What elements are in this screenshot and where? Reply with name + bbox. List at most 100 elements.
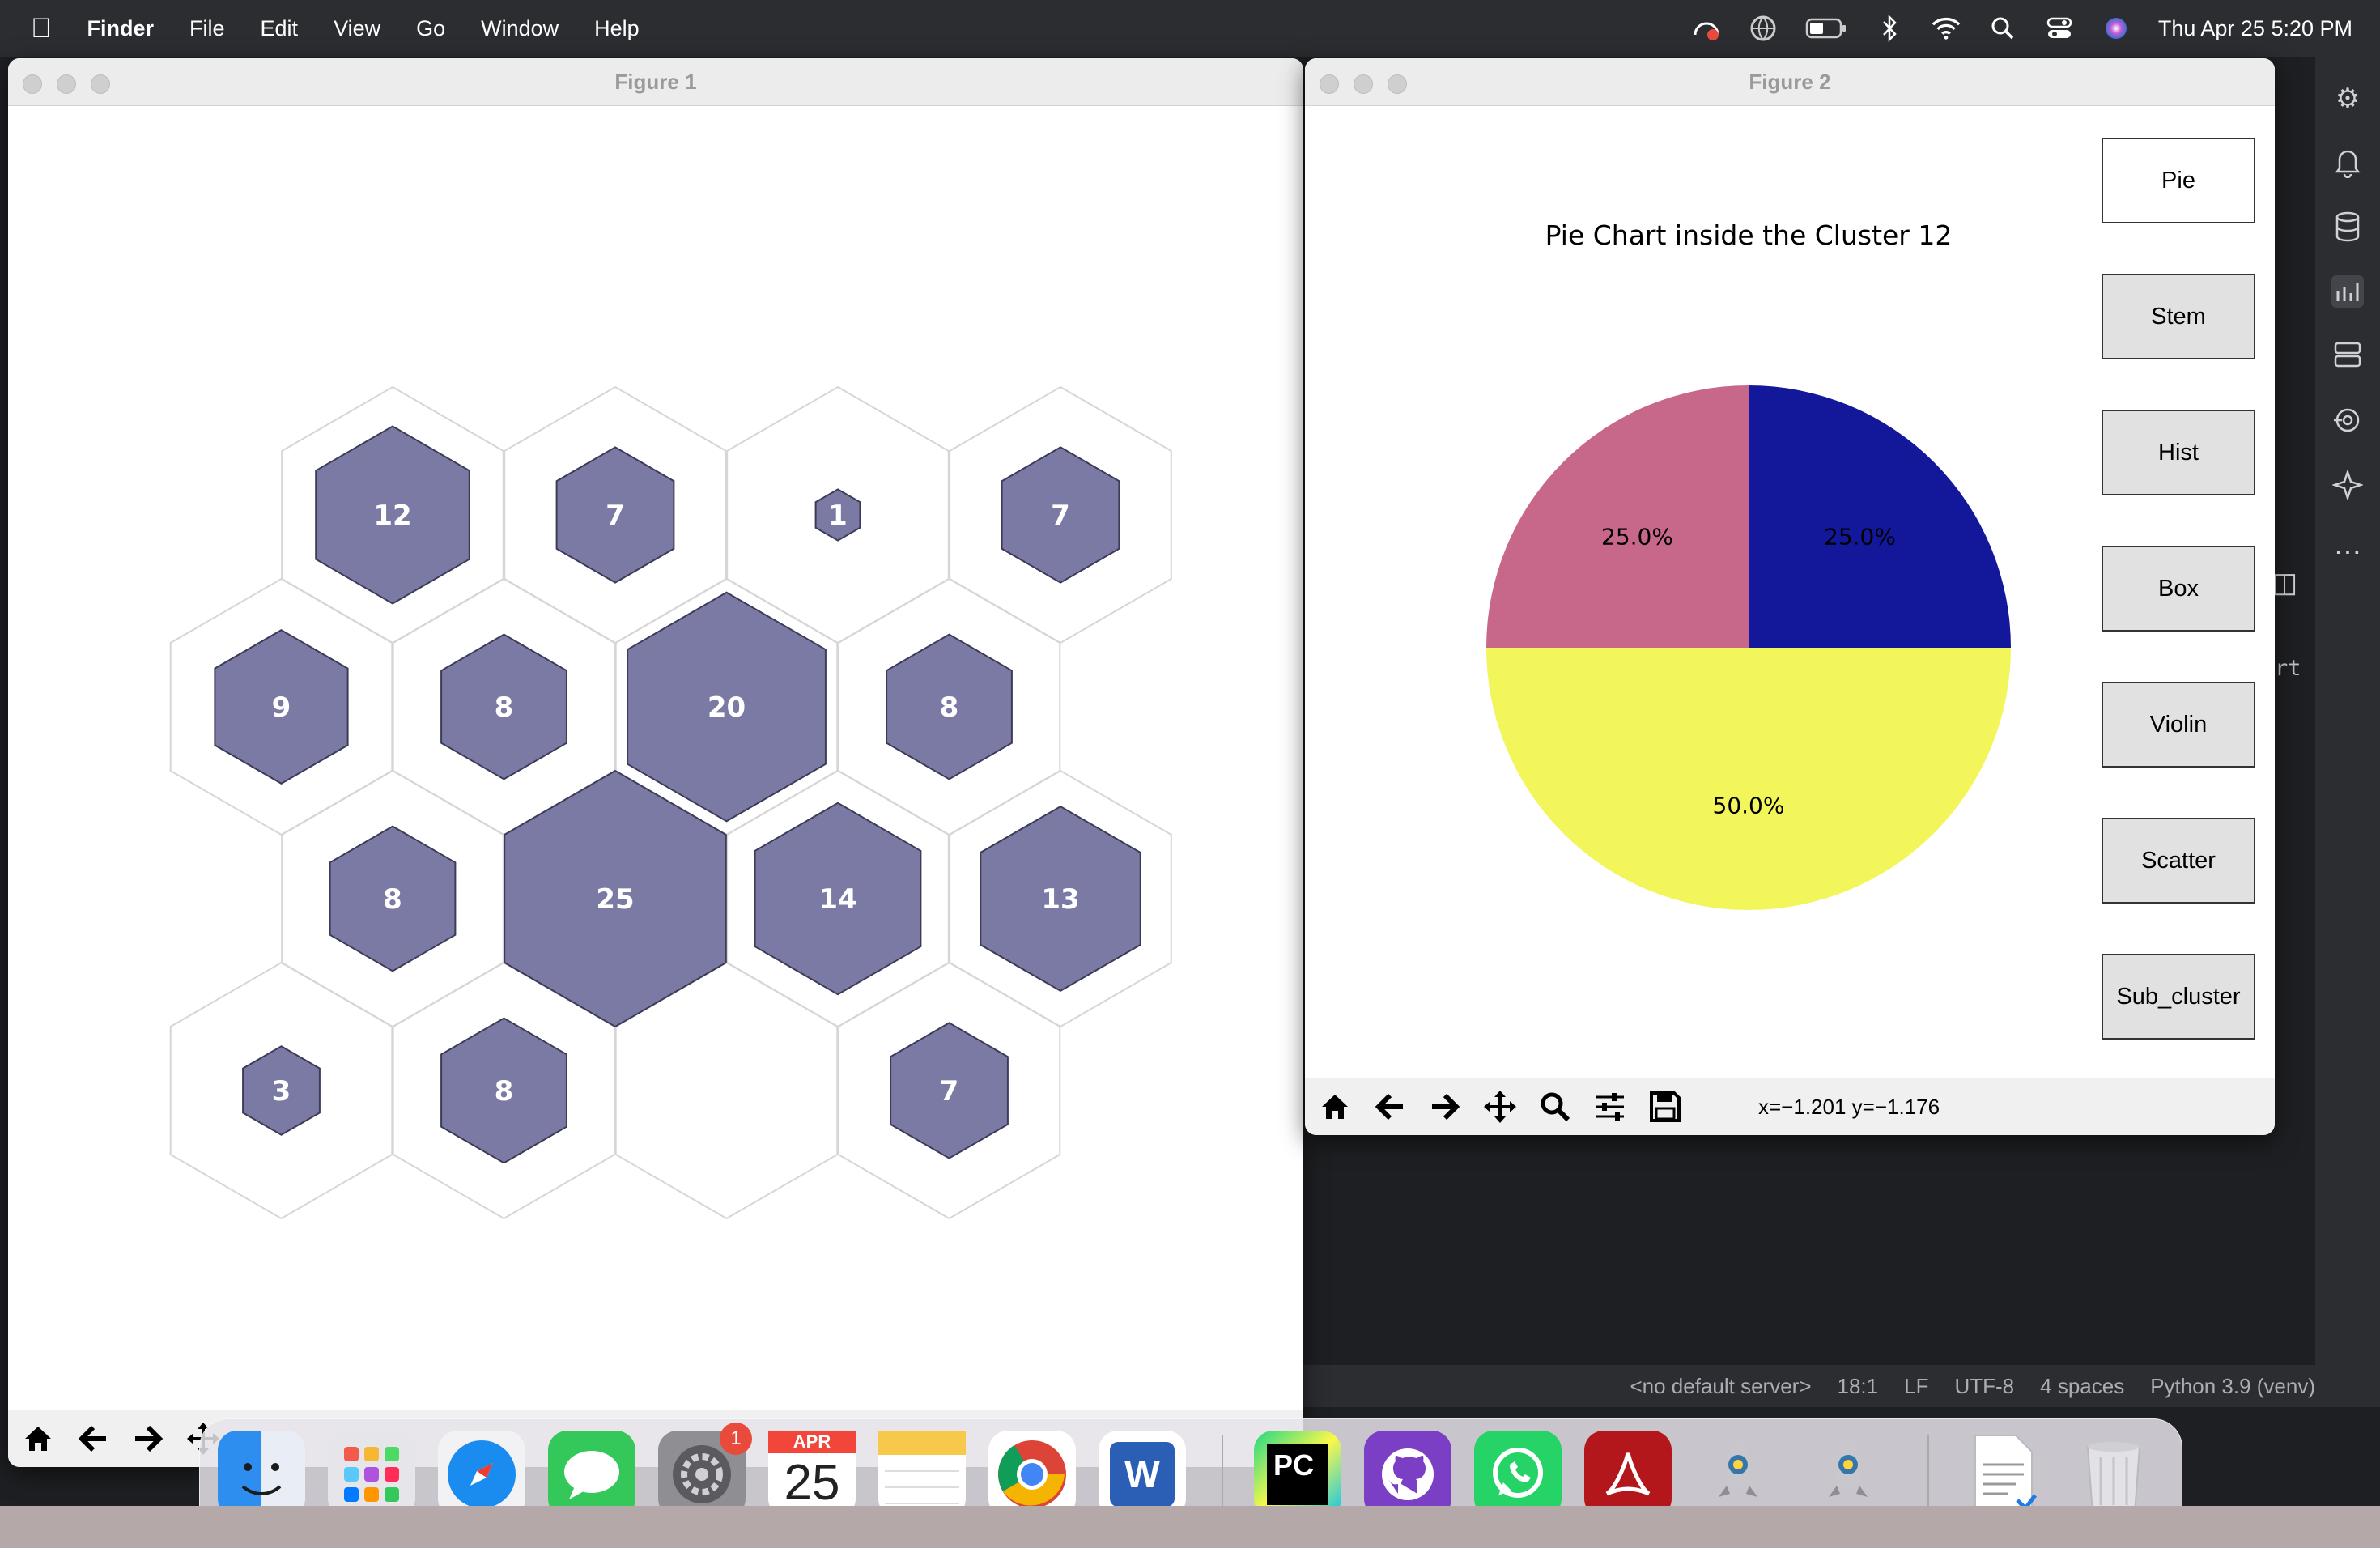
chrome-app-icon[interactable] bbox=[988, 1431, 1076, 1518]
back-arrow-icon[interactable] bbox=[68, 1414, 118, 1464]
notification-badge: 1 bbox=[720, 1423, 752, 1455]
more-options-icon[interactable]: ⋯ bbox=[2330, 534, 2365, 570]
cluster-count-label: 14 bbox=[818, 883, 856, 916]
status-indent[interactable]: 4 spaces bbox=[2040, 1374, 2124, 1399]
cluster-count-label: 8 bbox=[940, 691, 959, 724]
document-file-icon[interactable] bbox=[1960, 1431, 2047, 1518]
cluster-count-label: 13 bbox=[1041, 883, 1079, 916]
word-app-icon[interactable]: W bbox=[1099, 1431, 1186, 1518]
cluster-count-label: 7 bbox=[606, 500, 625, 532]
forward-arrow-icon[interactable] bbox=[1420, 1082, 1470, 1132]
cluster-count-label: 1 bbox=[828, 500, 848, 532]
desktop-wallpaper-edge bbox=[0, 1506, 2380, 1548]
cluster-count-label: 3 bbox=[272, 1075, 291, 1108]
acrobat-app-icon[interactable] bbox=[1584, 1431, 1672, 1518]
stem-button[interactable]: Stem bbox=[2102, 274, 2255, 359]
notes-app-icon[interactable] bbox=[878, 1431, 966, 1518]
save-floppy-icon[interactable] bbox=[1640, 1082, 1690, 1132]
ide-code-fragment: rt bbox=[2275, 656, 2301, 681]
pan-move-icon[interactable] bbox=[1475, 1082, 1525, 1132]
database-icon[interactable] bbox=[2330, 211, 2365, 246]
pycharm-logo: PC bbox=[1267, 1444, 1328, 1505]
status-interpreter[interactable]: Python 3.9 (venv) bbox=[2150, 1374, 2315, 1399]
menu-clock[interactable]: Thu Apr 25 5:20 PM bbox=[2158, 16, 2352, 41]
siri-icon[interactable] bbox=[2102, 14, 2131, 43]
ide-right-toolbar: ⚙ ⋯ bbox=[2315, 57, 2380, 1368]
pie-slice[interactable] bbox=[1749, 385, 2011, 648]
github-desktop-app-icon[interactable] bbox=[1364, 1431, 1451, 1518]
settings-gear-icon[interactable]: ⚙ bbox=[2330, 81, 2365, 117]
box-button[interactable]: Box bbox=[2102, 546, 2255, 632]
python-launcher-app-icon-2[interactable] bbox=[1804, 1431, 1892, 1518]
python-launcher-app-icon[interactable] bbox=[1694, 1431, 1782, 1518]
scatter-button[interactable]: Scatter bbox=[2102, 818, 2255, 904]
pie-button[interactable]: Pie bbox=[2102, 138, 2255, 223]
pie-chart[interactable]: Pie Chart inside the Cluster 12 25.0% 50.… bbox=[1305, 105, 2082, 1077]
system-settings-app-icon[interactable]: 1 bbox=[658, 1423, 752, 1518]
services-icon[interactable] bbox=[2330, 340, 2365, 376]
whatsapp-app-icon[interactable] bbox=[1474, 1431, 1562, 1518]
wifi-icon[interactable] bbox=[1932, 14, 1961, 43]
back-arrow-icon[interactable] bbox=[1365, 1082, 1415, 1132]
screen-share-icon[interactable] bbox=[1692, 14, 1721, 43]
menu-view[interactable]: View bbox=[334, 16, 380, 41]
bluetooth-icon[interactable] bbox=[1875, 14, 1904, 43]
figure2-titlebar[interactable]: Figure 2 bbox=[1305, 58, 2275, 106]
sub-cluster-button[interactable]: Sub_cluster bbox=[2102, 954, 2255, 1040]
cluster-count-label: 7 bbox=[1051, 500, 1070, 532]
cluster-count-label: 8 bbox=[383, 883, 402, 916]
status-line-ending[interactable]: LF bbox=[1904, 1374, 1928, 1399]
finder-app-icon[interactable] bbox=[218, 1431, 305, 1518]
apple-menu-icon[interactable]:  bbox=[31, 13, 52, 45]
trash-icon[interactable] bbox=[2070, 1431, 2157, 1518]
cluster-count-label: 12 bbox=[373, 500, 411, 532]
forward-arrow-icon[interactable] bbox=[123, 1414, 173, 1464]
globe-icon[interactable] bbox=[1749, 14, 1778, 43]
battery-icon[interactable] bbox=[1805, 14, 1847, 43]
sciview-chart-icon[interactable] bbox=[2330, 275, 2365, 311]
status-encoding[interactable]: UTF-8 bbox=[1954, 1374, 2014, 1399]
violin-button[interactable]: Violin bbox=[2102, 682, 2255, 768]
calendar-app-icon[interactable]: APR 25 bbox=[768, 1431, 856, 1518]
home-icon[interactable] bbox=[1310, 1082, 1360, 1132]
menu-edit[interactable]: Edit bbox=[261, 16, 299, 41]
cluster-count-label: 9 bbox=[272, 691, 291, 724]
chart-title: Pie Chart inside the Cluster 12 bbox=[1545, 219, 1953, 251]
pie-slice-label: 25.0% bbox=[1601, 524, 1673, 551]
pycharm-app-icon[interactable]: PC bbox=[1254, 1431, 1341, 1518]
figure1-window: Figure 1 12 7 1 7 9 8 20 8 8 25 14 13 3 8 7 bbox=[8, 58, 1303, 1467]
spotlight-search-icon[interactable] bbox=[1988, 14, 2017, 43]
figure2-title: Figure 2 bbox=[1749, 70, 1831, 94]
configure-subplots-icon[interactable] bbox=[1585, 1082, 1635, 1132]
notifications-bell-icon[interactable] bbox=[2330, 146, 2365, 181]
ide-status-bar: <no default server> 18:1 LF UTF-8 4 spac… bbox=[1303, 1365, 2380, 1407]
figure2-toolbar: x=−1.201 y=−1.176 bbox=[1305, 1078, 2275, 1135]
pie-slice[interactable] bbox=[1486, 385, 1749, 648]
hist-button[interactable]: Hist bbox=[2102, 410, 2255, 495]
debug-target-icon[interactable] bbox=[2330, 405, 2365, 440]
menu-file[interactable]: File bbox=[189, 16, 225, 41]
menu-go[interactable]: Go bbox=[416, 16, 445, 41]
layout-panel-icon[interactable]: ◫ bbox=[2272, 567, 2307, 602]
pie-slice[interactable] bbox=[1486, 648, 2011, 910]
figure1-titlebar[interactable]: Figure 1 bbox=[8, 58, 1303, 106]
home-icon[interactable] bbox=[13, 1414, 63, 1464]
status-server[interactable]: <no default server> bbox=[1630, 1374, 1811, 1399]
safari-app-icon[interactable] bbox=[438, 1431, 525, 1518]
calendar-month: APR bbox=[768, 1431, 856, 1453]
status-cursor-position[interactable]: 18:1 bbox=[1838, 1374, 1879, 1399]
zoom-magnifier-icon[interactable] bbox=[1530, 1082, 1580, 1132]
menu-help[interactable]: Help bbox=[594, 16, 640, 41]
launchpad-app-icon[interactable] bbox=[328, 1431, 415, 1518]
hexbin-cluster-map[interactable]: 12 7 1 7 9 8 20 8 8 25 14 13 3 8 7 bbox=[8, 106, 1303, 1410]
pie-slice-label: 50.0% bbox=[1713, 792, 1785, 819]
menu-app-name[interactable]: Finder bbox=[87, 16, 155, 41]
pie-slice-label: 25.0% bbox=[1824, 524, 1896, 551]
messages-app-icon[interactable] bbox=[548, 1431, 635, 1518]
ai-assistant-sparkle-icon[interactable] bbox=[2330, 469, 2365, 505]
menu-bar:  Finder File Edit View Go Window Help T… bbox=[0, 0, 2380, 57]
control-center-icon[interactable] bbox=[2045, 14, 2074, 43]
menu-window[interactable]: Window bbox=[481, 16, 559, 41]
cluster-count-label: 7 bbox=[940, 1075, 959, 1108]
cluster-count-label: 25 bbox=[596, 883, 634, 916]
